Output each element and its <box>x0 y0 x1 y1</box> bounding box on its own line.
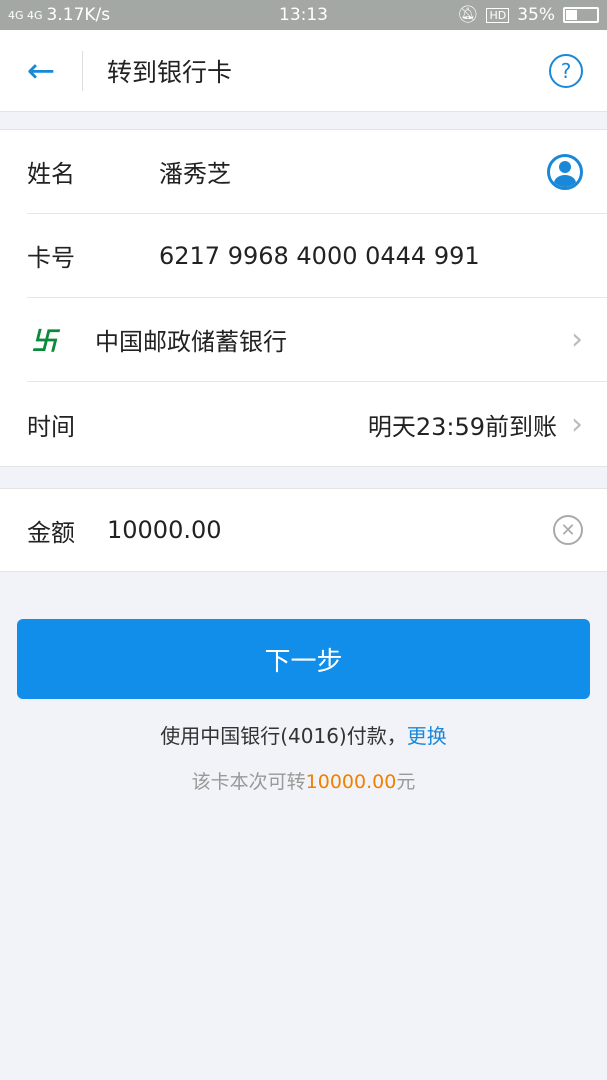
nav-bar: ← 转到银行卡 ? <box>0 30 607 112</box>
bank-name: 中国邮政储蓄银行 <box>95 328 287 356</box>
amount-group: 金额 10000.00 ✕ <box>0 488 607 572</box>
battery-percent: 35% <box>517 5 555 25</box>
time-label: 时间 <box>27 412 75 441</box>
card-number-input[interactable]: 6217 9968 4000 0444 991 <box>159 242 480 270</box>
battery-icon <box>563 7 599 23</box>
limit-suffix: 元 <box>396 771 416 793</box>
limit-prefix: 该卡本次可转 <box>191 771 306 793</box>
status-bar: 4G 4G 3.17K/s 13:13 🔕︎ HD 35% <box>0 0 607 30</box>
hd-icon: HD <box>486 7 510 23</box>
arrival-time: 明天23:59前到账 <box>367 412 557 441</box>
network-speed: 3.17K/s <box>46 5 111 25</box>
name-input[interactable]: 潘秀芝 <box>159 154 231 189</box>
amount-input[interactable]: 10000.00 <box>107 516 222 544</box>
payment-method: 使用中国银行(4016)付款，更换 <box>0 720 607 749</box>
bank-row[interactable]: 卐 中国邮政储蓄银行 › <box>27 298 607 382</box>
page-title: 转到银行卡 <box>107 57 233 87</box>
payment-text: 使用中国银行(4016)付款， <box>160 724 407 748</box>
limit-amount: 10000.00 <box>305 771 397 793</box>
chevron-right-icon: › <box>571 406 583 442</box>
contact-user-icon[interactable] <box>547 153 583 190</box>
clear-icon[interactable]: ✕ <box>553 515 583 545</box>
arrow-left-icon: ← <box>26 50 56 91</box>
transfer-limit: 该卡本次可转10000.00元 <box>0 767 607 794</box>
change-payment-link[interactable]: 更换 <box>407 724 447 748</box>
time-row[interactable]: 时间 明天23:59前到账 › <box>27 382 607 466</box>
amount-row: 金额 10000.00 ✕ <box>27 489 607 571</box>
back-button[interactable]: ← <box>0 30 82 112</box>
chevron-right-icon: › <box>571 322 583 357</box>
next-button[interactable]: 下一步 <box>17 619 590 699</box>
postal-bank-logo-icon: 卐 <box>30 327 57 357</box>
card-label: 卡号 <box>27 244 75 272</box>
amount-label: 金额 <box>27 518 75 547</box>
question-circle-icon: ? <box>560 59 572 83</box>
divider <box>82 50 83 91</box>
card-row: 卡号 6217 9968 4000 0444 991 <box>27 214 607 298</box>
help-button[interactable]: ? <box>549 54 583 88</box>
name-label: 姓名 <box>27 160 75 188</box>
network-indicator: 4G 4G <box>8 8 43 22</box>
name-row: 姓名 潘秀芝 <box>27 130 607 214</box>
recipient-group: 姓名 潘秀芝 卡号 6217 9968 4000 0444 991 卐 中国邮政… <box>0 129 607 467</box>
mute-icon: 🔕︎ <box>456 5 479 25</box>
